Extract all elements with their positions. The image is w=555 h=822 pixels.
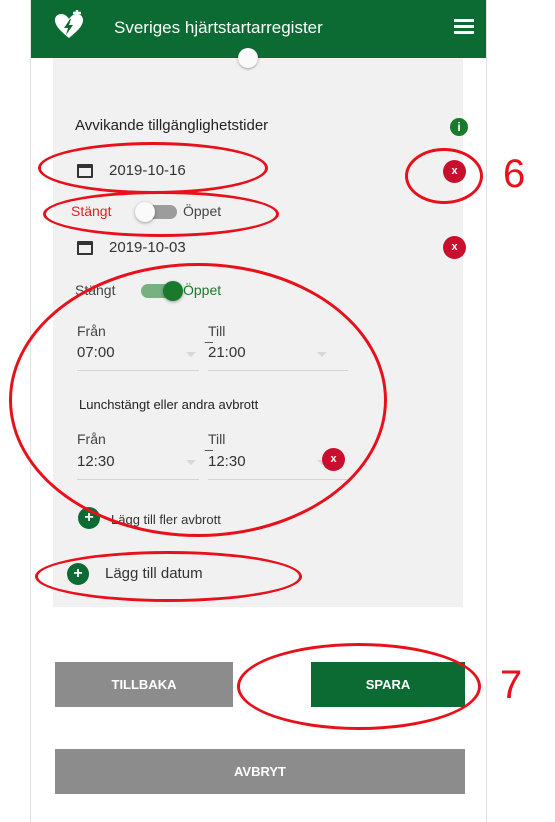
annotation-number-six: 6 bbox=[503, 152, 526, 196]
field-underline bbox=[208, 370, 348, 371]
to-time-field[interactable]: 21:00 bbox=[208, 344, 246, 361]
open-toggle-2-knob[interactable] bbox=[163, 281, 183, 301]
open-label: Öppet bbox=[183, 282, 222, 298]
to-label: Till bbox=[208, 431, 226, 447]
field-underline bbox=[208, 479, 348, 480]
from-label: Från bbox=[77, 431, 106, 447]
closed-label: Stängt bbox=[71, 203, 112, 219]
deviating-hours-card: Avvikande tillgänglighetstider i 2019-10… bbox=[53, 102, 468, 607]
add-date-link[interactable]: Lägg till datum bbox=[105, 565, 203, 582]
break-from-time-field[interactable]: 12:30 bbox=[77, 453, 115, 470]
info-icon[interactable]: i bbox=[450, 118, 468, 136]
heart-defibrillator-logo-icon bbox=[53, 9, 85, 47]
app-screen: Sveriges hjärtstartarregister Avvikande … bbox=[30, 0, 487, 822]
calendar-icon[interactable] bbox=[77, 241, 93, 255]
add-break-link[interactable]: Lägg till fler avbrott bbox=[111, 512, 221, 527]
previous-card bbox=[53, 48, 463, 104]
delete-break-button[interactable]: x bbox=[322, 448, 345, 471]
app-title: Sveriges hjärtstartarregister bbox=[114, 18, 323, 37]
break-to-time-field[interactable]: 12:30 bbox=[208, 453, 246, 470]
open-label: Öppet bbox=[183, 203, 222, 219]
cancel-button[interactable]: AVBRYT bbox=[55, 749, 465, 794]
field-underline bbox=[77, 479, 199, 480]
toggle-knob bbox=[238, 48, 258, 68]
from-label: Från bbox=[77, 323, 106, 339]
annotation-number-seven: 7 bbox=[500, 663, 523, 707]
open-toggle-1-knob[interactable] bbox=[135, 202, 155, 222]
add-date-icon[interactable]: + bbox=[67, 563, 89, 585]
add-break-icon[interactable]: + bbox=[78, 507, 100, 529]
closed-label: Stängt bbox=[75, 282, 116, 298]
field-underline bbox=[77, 370, 199, 371]
to-label: Till bbox=[208, 323, 226, 339]
chevron-down-icon bbox=[186, 460, 196, 465]
date-field-1[interactable]: 2019-10-16 bbox=[109, 162, 186, 179]
date-field-2[interactable]: 2019-10-03 bbox=[109, 239, 186, 256]
break-title: Lunchstängt eller andra avbrott bbox=[79, 397, 259, 412]
delete-date-1-button[interactable]: x bbox=[443, 160, 466, 183]
section-title: Avvikande tillgänglighetstider bbox=[75, 117, 269, 134]
chevron-down-icon bbox=[317, 352, 327, 357]
delete-date-2-button[interactable]: x bbox=[443, 236, 466, 259]
chevron-down-icon bbox=[186, 352, 196, 357]
calendar-icon[interactable] bbox=[77, 164, 93, 178]
app-header: Sveriges hjärtstartarregister bbox=[31, 0, 486, 58]
hamburger-menu-icon[interactable] bbox=[454, 19, 474, 35]
back-button[interactable]: TILLBAKA bbox=[55, 662, 233, 707]
from-time-field[interactable]: 07:00 bbox=[77, 344, 115, 361]
save-button[interactable]: SPARA bbox=[311, 662, 465, 707]
